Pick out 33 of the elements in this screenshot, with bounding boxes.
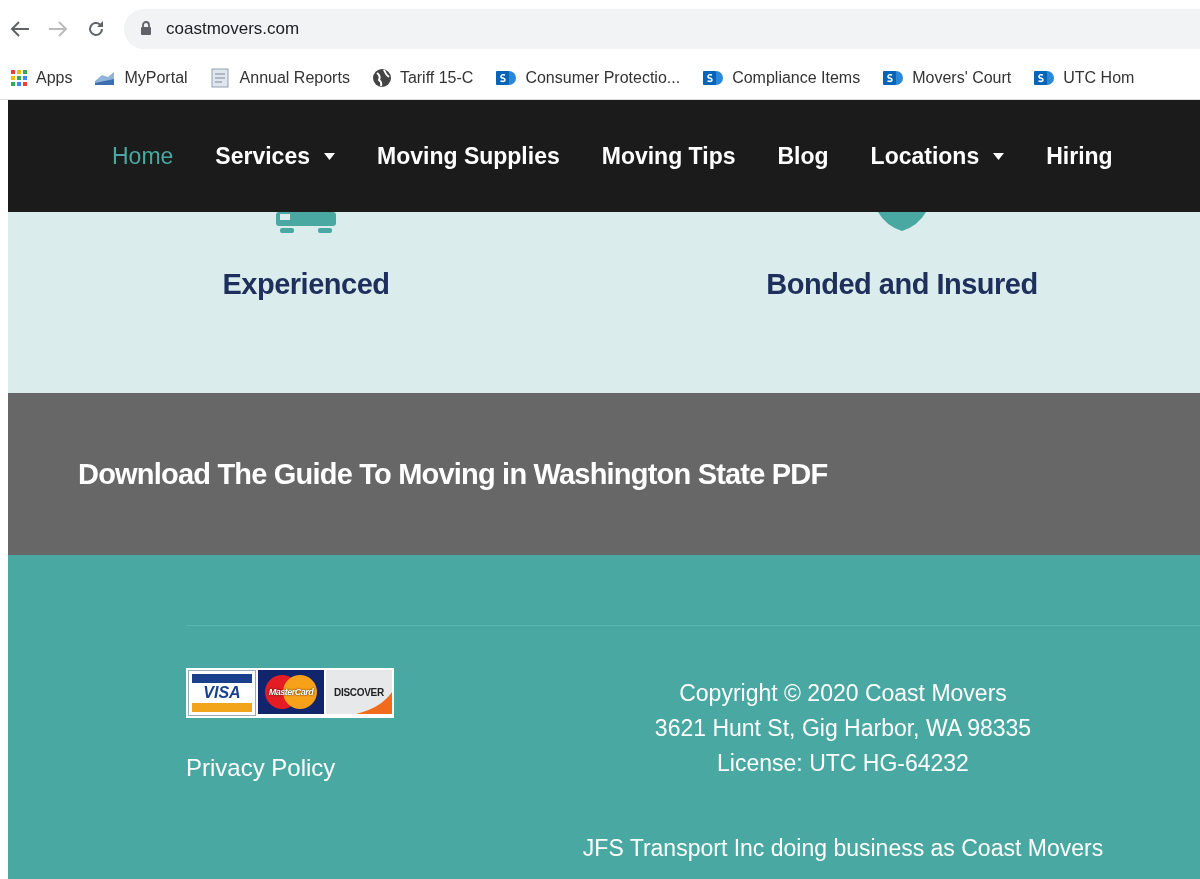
nav-link[interactable]: Moving Tips [601, 142, 736, 170]
nav-link[interactable]: Hiring [1046, 142, 1113, 170]
bookmark-link[interactable]: Compliance Items [702, 68, 861, 89]
back-icon[interactable] [10, 19, 30, 38]
bookmark-link[interactable]: UTC Hom [1033, 68, 1135, 89]
feature-title: Experienced [222, 268, 390, 301]
globe-icon [371, 68, 392, 89]
nav-link[interactable]: Blog [777, 142, 829, 170]
shield-icon [878, 212, 926, 232]
url-text: coastmovers.com [166, 18, 300, 39]
address-bar[interactable]: coastmovers.com [124, 8, 1200, 49]
company-text: JFS Transport Inc doing business as Coast Movers [582, 835, 1104, 862]
bookmark-link[interactable]: Movers' Court [882, 68, 1012, 89]
document-icon [209, 68, 232, 89]
footer-text: Copyright © 2020 Coast Movers [679, 679, 1007, 708]
bookmark-link[interactable]: Apps [10, 69, 73, 88]
lock-icon [140, 21, 152, 37]
nav-link[interactable]: Services [215, 142, 335, 170]
feature-title: Bonded and Insured [766, 268, 1038, 301]
visa-card-logo: VISA [188, 670, 256, 716]
bookmark-link[interactable]: Consumer Protectio... [495, 68, 681, 89]
guide-download-link[interactable]: Download The Guide To Moving in Washington State PDF [78, 457, 828, 491]
footer-text: 3621 Hunt St, Gig Harbor, WA 98335 [654, 714, 1032, 743]
bookmark-link[interactable]: Annual Reports [209, 68, 350, 89]
chart-icon [94, 69, 117, 88]
nav-link[interactable]: Home [112, 142, 174, 170]
apps-grid-icon [10, 69, 28, 88]
footer-text: License: UTC HG-64232 [717, 749, 969, 778]
nav-link[interactable]: Locations [870, 142, 1005, 170]
nav-link[interactable]: Moving Supplies [377, 142, 560, 170]
bookmark-link[interactable]: MyPortal [94, 69, 188, 88]
bookmark-link[interactable]: Tariff 15-C [371, 68, 474, 89]
discover-card-logo: DISCOVER [326, 670, 392, 714]
